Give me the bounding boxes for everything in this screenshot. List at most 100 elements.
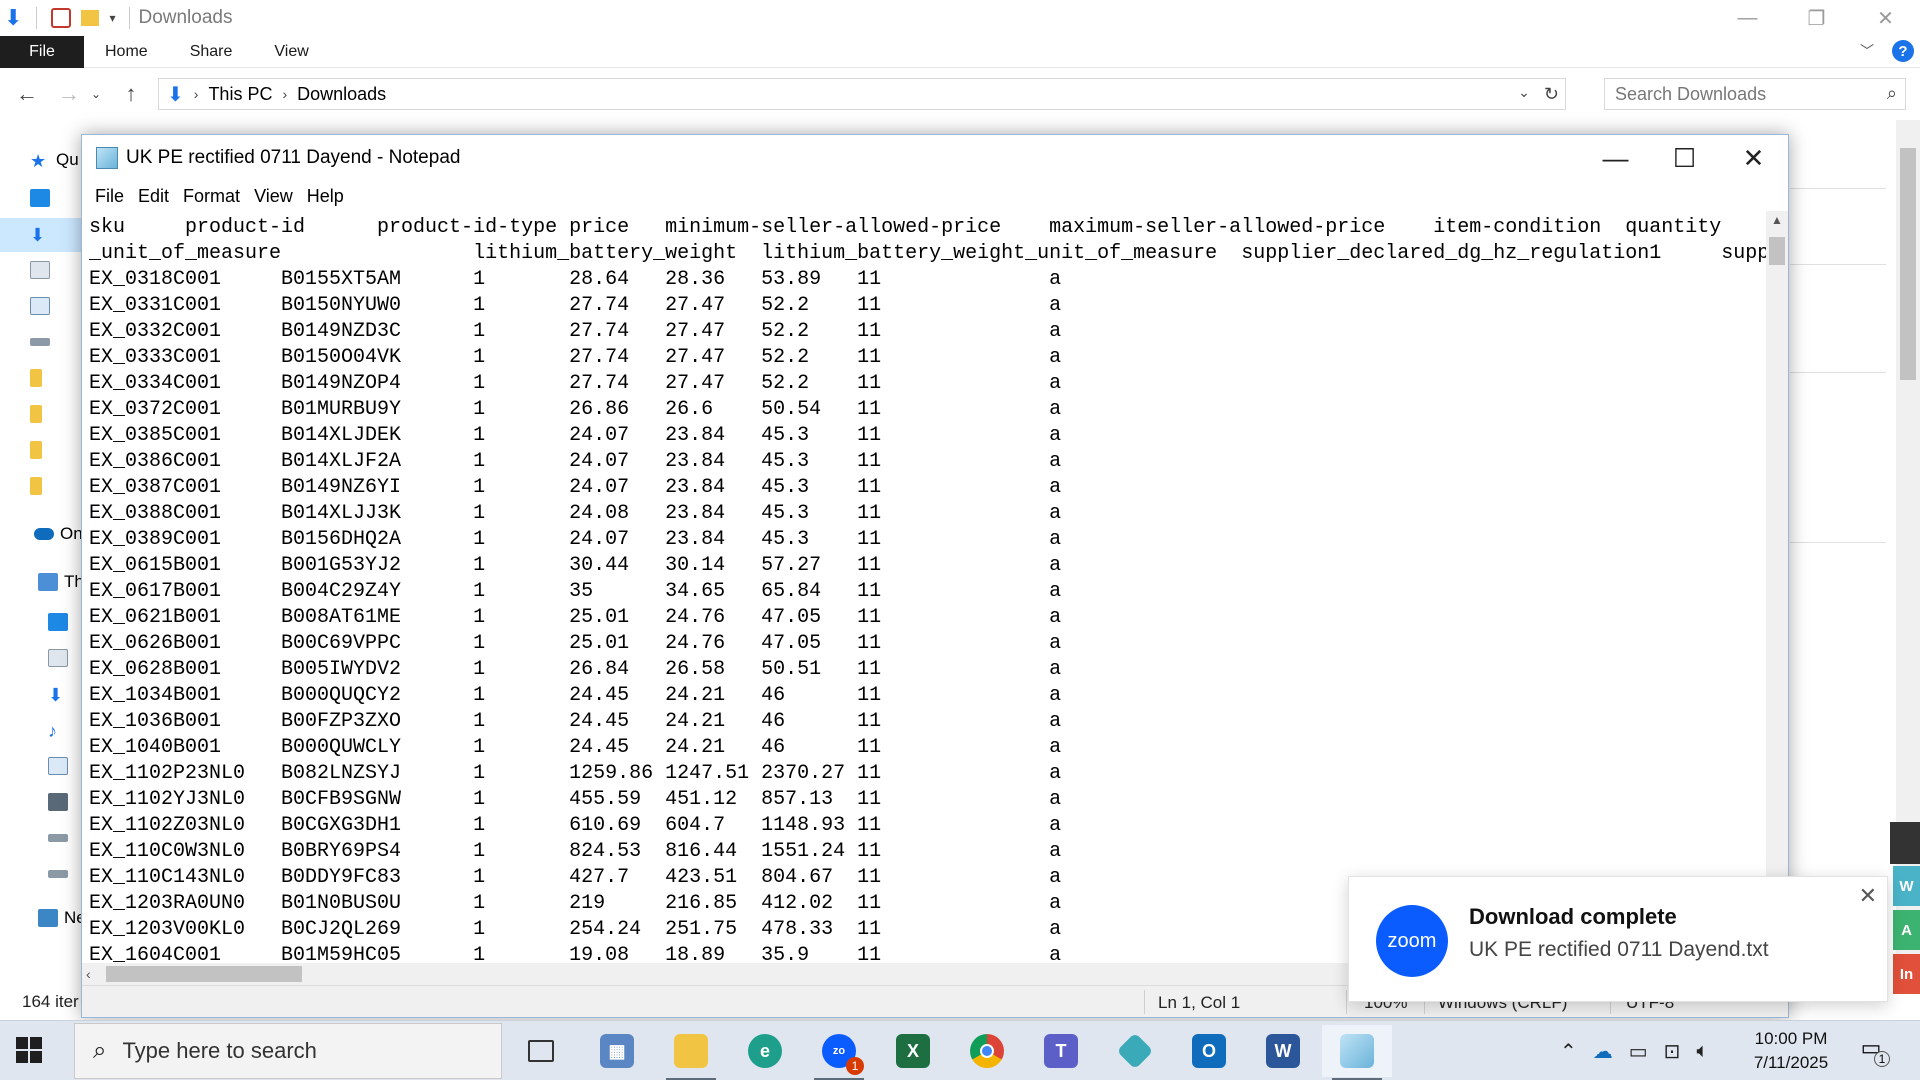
app-tile-icon[interactable]: W (1893, 866, 1920, 906)
ribbon-tab-share[interactable]: Share (169, 43, 254, 61)
notepad-vertical-scrollbar[interactable]: ▲ (1766, 211, 1788, 963)
nav-item-folder[interactable] (30, 402, 82, 426)
back-arrow-icon[interactable]: ← (12, 81, 42, 107)
navigation-pane: ★ Qu ⬇ On Th ⬇ ♪ Ne (0, 120, 86, 990)
close-button[interactable]: ✕ (1719, 135, 1788, 181)
system-clock[interactable]: 10:00 PM 7/11/2025 (1736, 1027, 1846, 1075)
notepad-app[interactable] (1322, 1025, 1392, 1080)
refresh-icon[interactable]: ↻ (1544, 84, 1559, 105)
calculator-icon: ▦ (600, 1034, 634, 1068)
film-icon (48, 793, 68, 811)
recent-locations-chevron-icon[interactable]: ⌄ (88, 87, 104, 101)
menu-file[interactable]: File (88, 186, 131, 207)
show-hidden-icons-chevron-icon[interactable]: ⌃ (1560, 1039, 1577, 1064)
nav-item-label: On (60, 524, 83, 543)
new-folder-icon[interactable] (81, 10, 100, 26)
restore-button[interactable]: ❐ (1782, 0, 1851, 36)
system-tray: ⌃ ☁ ▭ ⊡ 🔈︎ (1560, 1021, 1708, 1080)
divider (1790, 542, 1886, 543)
forward-arrow-icon[interactable]: → (54, 81, 84, 107)
outlook-app[interactable]: O (1174, 1025, 1244, 1077)
close-icon[interactable]: ✕ (1859, 883, 1877, 909)
scroll-up-arrow-icon[interactable]: ▲ (1766, 213, 1788, 233)
menu-help[interactable]: Help (300, 186, 351, 207)
search-icon: ⌕ (93, 1037, 107, 1064)
expand-ribbon-chevron-icon[interactable]: ﹀ (1860, 41, 1874, 61)
breadcrumb-this-pc[interactable]: This PC (208, 84, 272, 105)
nav-item-label: Qu (56, 150, 79, 169)
clock-time: 10:00 PM (1754, 1029, 1828, 1048)
taskbar-search-input[interactable]: ⌕ Type here to search (74, 1023, 502, 1079)
nav-item-documents[interactable] (30, 258, 82, 282)
menu-view[interactable]: View (247, 186, 300, 207)
nav-item-pictures[interactable] (30, 294, 82, 318)
volume-icon[interactable]: 🔈︎ (1696, 1040, 1708, 1063)
ribbon-tab-home[interactable]: Home (84, 43, 169, 61)
text-line: sku product-id product-id-type price min… (89, 216, 1722, 239)
edge-app[interactable]: e (730, 1025, 800, 1077)
explorer-search-input[interactable]: Search Downloads ⌕ (1604, 78, 1906, 110)
nav-item-folder[interactable] (30, 474, 82, 498)
nav-item-quick-access[interactable]: ★ Qu (30, 148, 82, 172)
breadcrumb-separator-icon: › (193, 86, 199, 102)
address-history-chevron-icon[interactable]: ⌄ (1518, 84, 1530, 105)
text-line: EX_0385C001 B014XLJDEK 1 24.07 23.84 45.… (89, 424, 1062, 447)
notepad-app-icon (96, 147, 118, 169)
app-tile-icon[interactable]: A (1893, 910, 1920, 950)
zoom-logo-icon: zoom (1376, 905, 1448, 977)
word-app[interactable]: W (1248, 1025, 1318, 1077)
pinned-app[interactable] (1100, 1025, 1170, 1077)
minimize-button[interactable]: — (1581, 135, 1650, 181)
taskbar-search-placeholder: Type here to search (122, 1038, 317, 1063)
teams-app[interactable]: T (1026, 1025, 1096, 1077)
ribbon-tab-file[interactable]: File (0, 35, 84, 68)
text-line: EX_0628B001 B005IWYDV2 1 26.84 26.58 50.… (89, 658, 1062, 681)
excel-app[interactable]: X (878, 1025, 948, 1077)
nav-item-folder[interactable] (30, 366, 82, 390)
zoom-app[interactable]: zo 1 (804, 1025, 874, 1080)
folder-icon (30, 405, 42, 423)
cloud-icon (34, 528, 54, 540)
folder-icon (674, 1034, 708, 1068)
address-bar[interactable]: ⬇ › This PC › Downloads ⌄ ↻ (158, 78, 1566, 110)
customize-toolbar-chevron-icon[interactable]: ▾ (109, 11, 115, 25)
notepad-text-area[interactable]: sku product-id product-id-type price min… (82, 211, 1766, 963)
close-button[interactable]: ✕ (1851, 0, 1920, 36)
breadcrumb-downloads[interactable]: Downloads (297, 84, 386, 105)
file-explorer-app[interactable] (656, 1025, 726, 1080)
nav-item-onedrive[interactable]: On (34, 522, 86, 546)
app-tile-icon[interactable]: In (1893, 954, 1920, 994)
maximize-button[interactable]: ☐ (1650, 135, 1719, 181)
menu-edit[interactable]: Edit (131, 186, 176, 207)
nav-item-folder[interactable] (30, 438, 82, 462)
nav-item-desktop[interactable] (30, 186, 82, 210)
onedrive-cloud-icon[interactable]: ☁ (1593, 1039, 1613, 1064)
network-icon[interactable]: ⊡ (1664, 1039, 1681, 1064)
properties-icon[interactable] (51, 8, 72, 28)
nav-item-downloads[interactable]: ⬇ (30, 222, 82, 246)
divider (1790, 188, 1886, 189)
windows-start-icon[interactable] (16, 1037, 42, 1063)
scrollbar-thumb[interactable] (106, 966, 302, 982)
minimize-button[interactable]: — (1713, 0, 1782, 36)
scrollbar-thumb[interactable] (1769, 237, 1785, 265)
chrome-app[interactable] (952, 1025, 1022, 1077)
calculator-app[interactable]: ▦ (582, 1025, 652, 1077)
menu-format[interactable]: Format (176, 186, 247, 207)
nav-item-drive[interactable] (30, 330, 82, 354)
star-icon: ★ (30, 151, 47, 171)
notification-center-icon[interactable]: ▭ 1 (1856, 1035, 1890, 1067)
explorer-title: Downloads (138, 7, 233, 28)
ribbon-tab-view[interactable]: View (253, 43, 329, 61)
download-icon: ⬇ (30, 225, 46, 245)
help-icon[interactable]: ? (1892, 40, 1914, 62)
scroll-left-arrow-icon[interactable]: ‹ (86, 963, 91, 985)
notepad-titlebar: UK PE rectified 0711 Dayend - Notepad — … (82, 135, 1788, 181)
up-arrow-icon[interactable]: ↑ (116, 81, 146, 107)
battery-icon[interactable]: ▭ (1629, 1039, 1648, 1064)
scrollbar-thumb[interactable] (1900, 148, 1916, 380)
download-complete-toast[interactable]: zoom Download complete UK PE rectified 0… (1348, 876, 1888, 1002)
task-view-button[interactable] (506, 1025, 576, 1077)
divider (36, 7, 38, 29)
toast-title: Download complete (1469, 904, 1677, 929)
